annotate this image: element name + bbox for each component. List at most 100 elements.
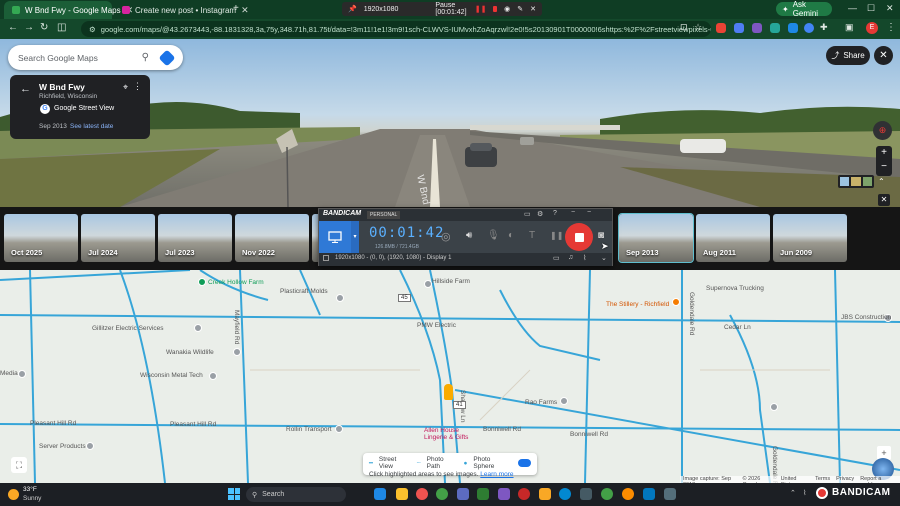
close-street-view-icon[interactable]: ✕ (874, 46, 893, 65)
chrome-icon[interactable] (436, 488, 448, 500)
windows-start-icon[interactable] (228, 488, 240, 500)
microphone-icon[interactable]: 🎙︎ (487, 230, 500, 241)
sidebar-icon[interactable]: ▣ (845, 22, 854, 33)
forward-icon[interactable]: → (24, 22, 34, 33)
bar-poi-icon[interactable] (672, 298, 680, 306)
reload-icon[interactable]: ↻ (40, 22, 48, 33)
pause-record-icon[interactable]: ❚❚ (550, 231, 563, 240)
taskbar-app-icon[interactable] (374, 488, 386, 500)
learn-more-link[interactable]: Learn more (480, 471, 513, 478)
poi-marker[interactable] (194, 324, 202, 332)
extension-red-icon[interactable] (716, 23, 726, 33)
extension-teal-icon[interactable] (770, 23, 780, 33)
see-latest-date-link[interactable]: See latest date (70, 123, 113, 130)
split-view-icon[interactable]: ◫ (57, 22, 66, 33)
address-bar[interactable]: ⚙ google.com/maps/@43.2673443,-88.183132… (81, 21, 711, 37)
extensions-puzzle-icon[interactable]: ✚ (820, 22, 828, 33)
timeline-thumb-selected[interactable]: Sep 2013 (618, 213, 694, 263)
farm-poi-icon[interactable] (198, 278, 206, 286)
pen-icon[interactable]: ✎ (517, 5, 523, 13)
poi-marker[interactable] (770, 403, 778, 411)
help-icon[interactable]: ? (553, 210, 557, 217)
extension-purple-icon[interactable] (752, 23, 762, 33)
antenna-icon[interactable]: ⌇ (583, 254, 586, 262)
timeline-thumb[interactable]: Oct 2025 (4, 214, 78, 262)
back-icon[interactable]: ← (8, 22, 18, 33)
collapse-icon[interactable]: ⌄ (601, 254, 607, 262)
screenshot-icon[interactable]: ◙ (598, 230, 604, 241)
imagery-thumbs[interactable] (838, 175, 874, 188)
cast-icon[interactable]: ⊡ (680, 22, 688, 33)
minimize-icon[interactable]: − (571, 209, 575, 216)
expand-icon[interactable]: ⌃ (878, 177, 885, 186)
taskbar-app-icon[interactable] (643, 488, 655, 500)
pin-icon[interactable]: 📌 (348, 5, 357, 13)
tab-google-maps[interactable]: W Bnd Fwy - Google Maps ✕ (4, 1, 133, 19)
mouse-effect-icon[interactable]: ◐ (508, 230, 514, 241)
bookmark-star-icon[interactable]: ☆ (694, 22, 702, 33)
timeline-thumb[interactable]: Jul 2024 (81, 214, 155, 262)
street-view-toggle[interactable] (517, 459, 531, 467)
stop-record-button[interactable] (565, 223, 593, 251)
video-icon[interactable]: ▭ (553, 254, 560, 262)
bandicam-titlebar[interactable]: BANDICAM PERSONAL ▭ ⚙ ? − − (319, 209, 612, 221)
folder-taskbar-icon[interactable] (539, 488, 551, 500)
settings-icon[interactable]: ⚙ (537, 210, 543, 218)
map-view[interactable]: Creek Hollow Farm Plasticraft Molds Hill… (0, 270, 900, 483)
new-tab-button[interactable]: + (233, 3, 239, 14)
taskbar-app-icon[interactable] (416, 488, 428, 500)
pegman-icon[interactable] (444, 384, 453, 400)
timeline-thumb[interactable]: Nov 2022 (235, 214, 309, 262)
extension-youtube-icon[interactable] (788, 23, 798, 33)
zoom-out-icon[interactable]: − (876, 160, 892, 174)
poi-marker[interactable] (233, 348, 241, 356)
file-explorer-icon[interactable] (396, 488, 408, 500)
site-info-icon[interactable]: ⚙ (89, 25, 96, 34)
browser-menu-icon[interactable]: ⋮ (886, 22, 896, 33)
poi-marker[interactable] (86, 442, 94, 450)
stop-icon[interactable] (493, 6, 498, 12)
directions-icon[interactable] (158, 49, 176, 66)
bandicam-window[interactable]: BANDICAM PERSONAL ▭ ⚙ ? − − ▾ 00:01:42 1… (318, 208, 613, 266)
close-tab-icon[interactable]: ✕ (241, 5, 249, 16)
webcam-icon[interactable]: ◎ (441, 230, 451, 243)
close-icon[interactable]: ✕ (530, 5, 536, 13)
checkbox[interactable] (323, 255, 329, 261)
poi-marker[interactable] (560, 397, 568, 405)
bandicam-tray-icon[interactable] (816, 487, 828, 499)
tray-chevron-icon[interactable]: ⌃ (790, 489, 796, 497)
search-icon[interactable]: ⚲ (142, 52, 149, 63)
poi-marker[interactable] (335, 425, 343, 433)
taskbar-app-icon[interactable] (498, 488, 510, 500)
poi-marker[interactable] (336, 294, 344, 302)
pause-icon[interactable]: ❚❚ (475, 5, 487, 13)
taskbar-app-icon[interactable] (580, 488, 592, 500)
bandicam-taskbar-icon[interactable] (518, 488, 530, 500)
taskbar-app-icon[interactable] (457, 488, 469, 500)
profile-avatar[interactable]: E (866, 22, 878, 34)
fullscreen-icon[interactable]: ⛶ (11, 457, 27, 473)
taskbar-app-icon[interactable] (664, 488, 676, 500)
poi-marker[interactable] (209, 372, 217, 380)
timeline-thumb[interactable]: Jun 2009 (773, 214, 847, 262)
taskbar-search[interactable]: ⚲ Search (246, 487, 346, 502)
window-icon[interactable]: − (587, 209, 591, 216)
weather-sun-icon[interactable] (8, 489, 19, 500)
network-icon[interactable]: ⌇ (803, 489, 806, 497)
ask-gemini-button[interactable]: ✦ Ask Gemini (776, 0, 832, 18)
excel-icon[interactable] (477, 488, 489, 500)
timeline-thumb[interactable]: Jul 2023 (158, 214, 232, 262)
map-pin-icon[interactable]: ⌖ (123, 82, 128, 93)
edge-icon[interactable] (559, 488, 571, 500)
extension-blue-icon[interactable] (734, 23, 744, 33)
text-overlay-icon[interactable]: T (529, 230, 535, 241)
tab-instagram[interactable]: Create new post • Instagram ✕ (114, 1, 249, 19)
speaker-icon[interactable]: 🔊︎ (466, 230, 472, 241)
chrome-icon[interactable] (601, 488, 613, 500)
mode-dropdown-icon[interactable]: ▾ (351, 221, 359, 253)
maximize-icon[interactable]: ☐ (867, 3, 875, 14)
poi-marker[interactable] (424, 280, 432, 288)
screen-mode-button[interactable] (319, 221, 351, 253)
poi-marker[interactable] (18, 370, 26, 378)
window-close-icon[interactable]: ✕ (886, 3, 894, 14)
